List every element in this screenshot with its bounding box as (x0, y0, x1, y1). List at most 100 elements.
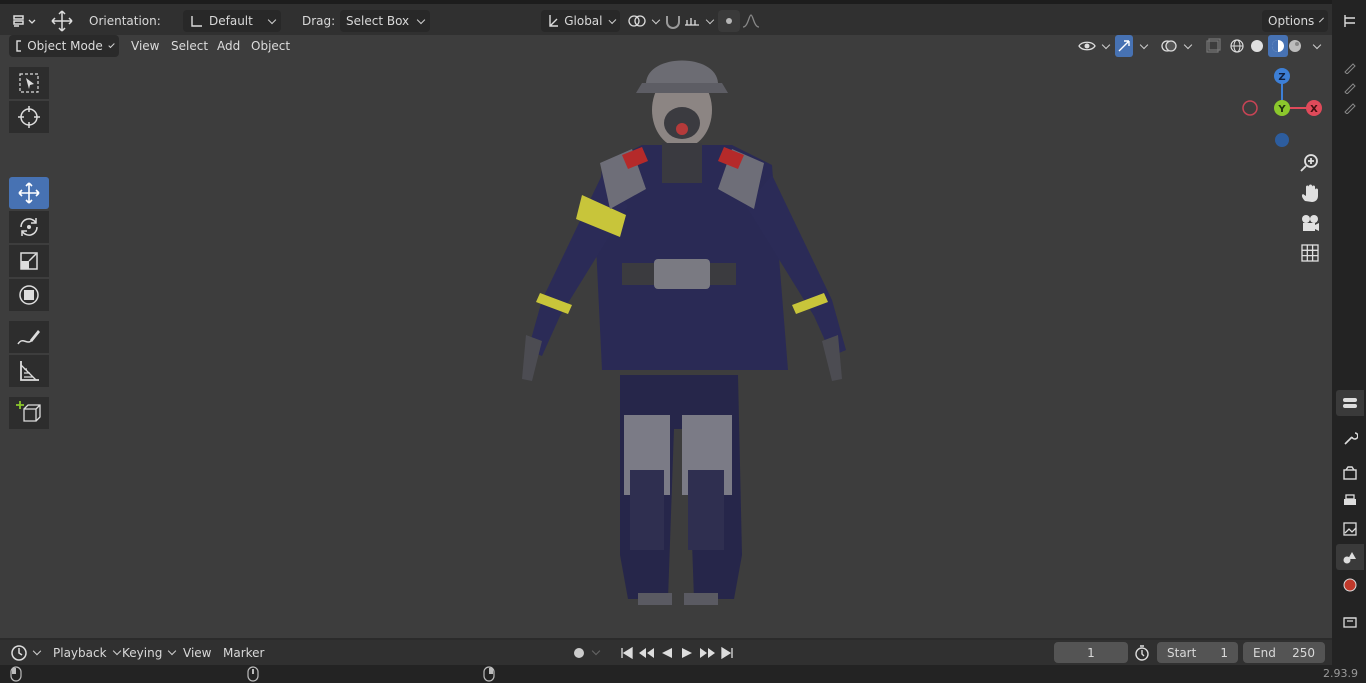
output-properties-tab[interactable] (1336, 488, 1364, 514)
shading-solid-button[interactable] (1249, 35, 1269, 57)
chevron-down-icon (705, 15, 715, 24)
scale-tool[interactable] (9, 245, 49, 277)
add-cube-tool[interactable] (9, 397, 49, 429)
play-icon[interactable] (677, 646, 697, 660)
eye-icon (1078, 41, 1096, 51)
toggle-ortho-button[interactable] (1296, 239, 1324, 267)
neg-x-axis-handle[interactable] (1242, 100, 1258, 116)
falloff-dropdown[interactable] (742, 10, 768, 32)
toggle-icon (1343, 398, 1357, 408)
scene-properties-tab[interactable] (1336, 544, 1364, 570)
visibility-dropdown[interactable] (1078, 35, 1111, 57)
jump-end-icon[interactable] (717, 646, 735, 660)
camera-view-button[interactable] (1296, 209, 1324, 237)
snap-controls[interactable] (663, 10, 715, 32)
mode-dropdown[interactable]: Object Mode (9, 35, 119, 57)
orientation-value: Default (209, 14, 253, 28)
start-frame-field[interactable]: Start 1 (1157, 642, 1238, 663)
menu-add[interactable]: Add (217, 35, 240, 57)
hand-icon (1301, 184, 1318, 202)
navigation-gizmo[interactable]: Z Y X (1240, 67, 1324, 151)
properties-options-tab[interactable] (1336, 390, 1364, 416)
transform-space-value: Global (564, 14, 603, 28)
stopwatch-icon (1135, 644, 1149, 661)
pan-button[interactable] (1296, 179, 1324, 207)
timeline-header: Playback Keying View Marker 1 Start 1 En… (0, 640, 1332, 665)
outliner-toggle[interactable] (1336, 8, 1364, 34)
current-frame-field[interactable]: 1 (1054, 642, 1128, 663)
gizmo-dropdown[interactable] (1134, 35, 1150, 57)
menu-marker[interactable]: Marker (223, 642, 264, 663)
chevron-down-icon (1312, 40, 1322, 49)
shading-material-button[interactable] (1268, 35, 1288, 57)
menu-view[interactable]: View (131, 35, 159, 57)
menu-playback-label: Playback (53, 645, 107, 660)
printer-icon (1344, 494, 1356, 505)
chevron-down-icon (32, 646, 42, 656)
select-box-tool[interactable] (9, 67, 49, 99)
drag-dropdown[interactable]: Select Box (340, 10, 430, 32)
cursor-tool[interactable] (9, 101, 49, 133)
overlays-toggle[interactable] (1160, 35, 1196, 57)
current-frame-value: 1 (1087, 645, 1095, 660)
scale-icon (20, 252, 38, 270)
chevron-down-icon (1319, 17, 1325, 22)
timeline-editor-type[interactable] (10, 642, 42, 663)
transform-tool[interactable] (9, 279, 49, 311)
measure-tool[interactable] (9, 355, 49, 387)
tool-properties-tab[interactable] (1336, 425, 1364, 451)
next-keyframe-icon[interactable] (697, 646, 717, 660)
shading-rendered-button[interactable] (1287, 35, 1307, 57)
render-properties-tab[interactable] (1336, 460, 1364, 486)
preview-range-toggle[interactable] (1134, 642, 1154, 663)
play-reverse-icon[interactable] (657, 646, 677, 660)
camera-icon (1302, 215, 1319, 231)
end-frame-field[interactable]: End 250 (1243, 642, 1325, 663)
view-layer-properties-tab[interactable] (1336, 516, 1364, 542)
auto-keying-toggle[interactable] (572, 642, 612, 663)
menu-object[interactable]: Object (251, 35, 290, 57)
rotate-icon (20, 218, 38, 236)
transform-orientation-dropdown[interactable]: Global (541, 10, 620, 32)
chevron-down-icon (608, 15, 616, 24)
menu-select[interactable]: Select (171, 35, 208, 57)
move-tool[interactable] (9, 177, 49, 209)
sidebar-tool-3[interactable] (1336, 94, 1364, 120)
jump-start-icon[interactable] (619, 646, 637, 660)
editor-type-button[interactable] (10, 10, 38, 32)
firefighter-model[interactable] (512, 45, 852, 605)
chevron-down-icon (591, 646, 601, 656)
collection-properties-tab[interactable] (1336, 608, 1364, 634)
orientation-dropdown[interactable]: Default (183, 10, 281, 32)
object-mode-icon (16, 40, 22, 52)
editor-type-icon (13, 15, 36, 27)
drag-value: Select Box (346, 14, 410, 28)
end-value: 250 (1292, 645, 1315, 660)
prev-keyframe-icon[interactable] (637, 646, 657, 660)
world-icon (1343, 578, 1357, 592)
3d-viewport[interactable]: Object Mode View Select Add Object Z Y X (0, 35, 1332, 638)
shading-wireframe-button[interactable] (1229, 35, 1249, 57)
shading-dropdown[interactable] (1307, 35, 1325, 57)
options-dropdown[interactable]: Options (1262, 10, 1328, 32)
menu-timeline-view[interactable]: View (183, 642, 211, 663)
world-properties-tab[interactable] (1336, 572, 1364, 598)
neg-z-axis-handle[interactable] (1275, 133, 1289, 147)
chevron-down-icon (108, 41, 115, 48)
scene-icon (1343, 552, 1356, 564)
chevron-down-icon (416, 15, 426, 24)
xray-toggle[interactable] (1205, 35, 1225, 57)
proportional-editing-toggle[interactable] (718, 10, 740, 32)
pivot-point-dropdown[interactable] (627, 10, 661, 32)
magnet-icon (666, 16, 680, 29)
xray-icon (1206, 38, 1221, 53)
menu-playback[interactable]: Playback (53, 642, 121, 663)
gizmo-toggle[interactable] (1115, 35, 1133, 57)
select-box-icon (19, 73, 39, 93)
edit-icon (1344, 103, 1356, 114)
zoom-button[interactable] (1296, 149, 1324, 177)
annotate-tool[interactable] (9, 321, 49, 353)
rotate-tool[interactable] (9, 211, 49, 243)
menu-keying[interactable]: Keying (122, 642, 177, 663)
pivot-icon (628, 15, 646, 27)
